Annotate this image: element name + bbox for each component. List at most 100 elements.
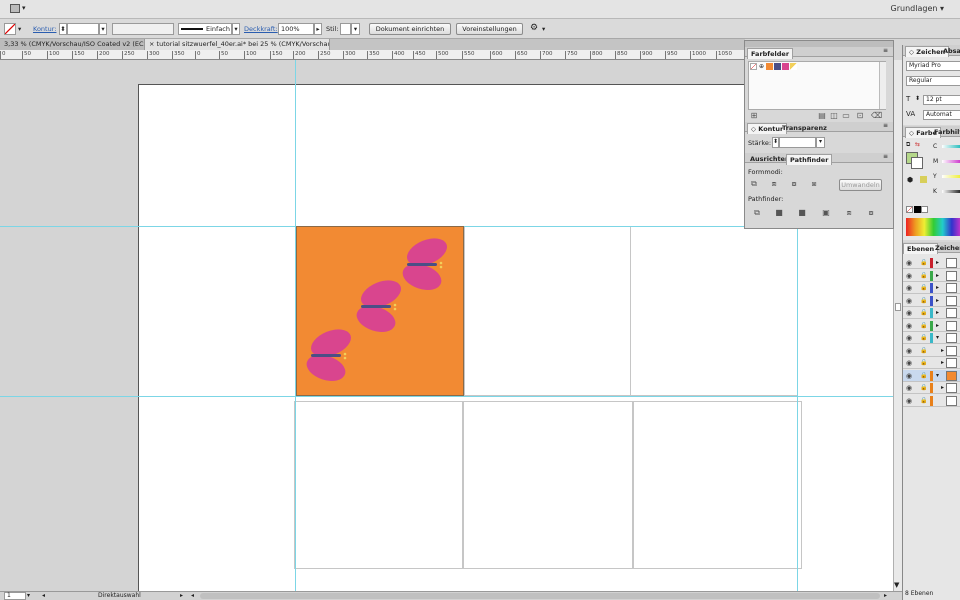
layer-row[interactable]: ◉ 🔒 ▸ xyxy=(903,307,960,319)
layer-row[interactable]: ◉ 🔒 ▸ xyxy=(903,257,960,269)
fill-swatch[interactable] xyxy=(4,23,16,35)
stroke-weight-spinner[interactable]: ⬍ xyxy=(59,23,67,35)
expand-layer-icon[interactable]: ▸ xyxy=(936,259,939,266)
expand-layer-icon[interactable]: ▸ xyxy=(936,272,939,279)
expand-layer-icon[interactable]: ▾ xyxy=(936,334,939,341)
cell-top-middle[interactable] xyxy=(464,226,631,396)
lock-icon[interactable]: 🔒 xyxy=(920,334,927,341)
horizontal-scroll-left[interactable]: ◂ xyxy=(191,592,194,599)
new-swatch-icon[interactable]: ⊡ xyxy=(855,111,865,120)
lock-icon[interactable]: 🔒 xyxy=(920,397,927,404)
vertical-scrollbar[interactable]: ▼ xyxy=(893,60,902,591)
graphic-style-swatch[interactable] xyxy=(340,23,351,35)
merge-icon[interactable]: ■ xyxy=(797,208,807,217)
visibility-eye-icon[interactable]: ◉ xyxy=(906,272,912,280)
lock-icon[interactable]: 🔒 xyxy=(920,359,927,366)
layer-row[interactable]: ◉ 🔒 ▸ xyxy=(903,295,960,307)
artboard-number-field[interactable]: 1 xyxy=(4,592,26,600)
font-size-field[interactable]: 12 pt xyxy=(923,95,960,105)
tab-absatz[interactable]: Absatz xyxy=(940,46,960,56)
horizontal-scrollbar[interactable] xyxy=(200,593,880,599)
tab-document-2[interactable]: × tutorial sitzwuerfel_40er.ai* bei 25 %… xyxy=(145,39,330,50)
kontur-label[interactable]: Kontur: xyxy=(33,25,56,33)
arrange-documents-icon[interactable]: ⚙ xyxy=(530,23,538,33)
trim-icon[interactable]: ■ xyxy=(774,208,784,217)
lock-icon[interactable]: 🔒 xyxy=(920,384,927,391)
swatch-pink[interactable] xyxy=(782,63,789,70)
none-color-swatch[interactable] xyxy=(906,206,913,213)
crop-icon[interactable]: ▣ xyxy=(821,208,831,217)
lock-icon[interactable]: 🔒 xyxy=(920,372,927,379)
minus-front-icon[interactable]: ⧈ xyxy=(769,179,779,188)
tab-close-icon[interactable]: × xyxy=(149,40,154,48)
butterfly-group[interactable] xyxy=(297,227,463,395)
swatch-blue[interactable] xyxy=(774,63,781,70)
layer-row[interactable]: ◉ 🔒 ▸ xyxy=(903,345,960,357)
status-menu-arrow[interactable]: ▸ xyxy=(180,592,183,599)
workspace-switcher-arrow[interactable]: ▾ xyxy=(22,4,26,12)
exclude-icon[interactable]: ⧆ xyxy=(809,179,819,188)
expand-layer-icon[interactable]: ▸ xyxy=(941,384,944,391)
yellow-slider[interactable] xyxy=(942,175,960,178)
layer-row[interactable]: ◉ 🔒 xyxy=(903,395,960,407)
opacity-dropdown[interactable]: ▸ xyxy=(314,23,322,35)
artboard-nav-dropdown[interactable]: ▾ xyxy=(27,592,30,599)
expand-layer-icon[interactable]: ▾ xyxy=(936,372,939,379)
layer-list[interactable]: ◉ 🔒 ▸ ◉ 🔒 ▸ ◉ 🔒 ▸ ◉ 🔒 ▸ ◉ 🔒 ▸ ◉ 🔒 ▸ ◉ 🔒 ▾ ◉ 🔒 ▸ ◉ 🔒 ▸ ◉ 🔒 ▾ ◉ 🔒 ▸ ◉ 🔒 xyxy=(903,257,960,587)
visibility-eye-icon[interactable]: ◉ xyxy=(906,359,912,367)
tab-farbhilfe[interactable]: Farbhilfe xyxy=(931,127,960,137)
tab-transparenz[interactable]: Transparenz xyxy=(779,123,830,133)
opacity-field[interactable]: 100% xyxy=(278,23,314,35)
black-slider[interactable] xyxy=(942,190,960,193)
visibility-eye-icon[interactable]: ◉ xyxy=(906,334,912,342)
panel-menu-icon[interactable]: ≡ xyxy=(883,122,888,129)
lock-icon[interactable]: 🔒 xyxy=(920,272,927,279)
stroke-color-box[interactable] xyxy=(911,157,923,169)
layer-row[interactable]: ◉ 🔒 ▸ xyxy=(903,270,960,282)
panel-menu-icon[interactable]: ≡ xyxy=(883,47,888,54)
graphic-style-dropdown[interactable]: ▾ xyxy=(351,23,360,35)
staerke-field[interactable] xyxy=(779,137,816,148)
panel-menu-icon[interactable]: ≡ xyxy=(883,153,888,160)
out-of-gamut-icon[interactable]: ⬢ xyxy=(907,176,913,184)
lock-icon[interactable]: 🔒 xyxy=(920,259,927,266)
expand-layer-icon[interactable]: ▸ xyxy=(941,359,944,366)
workspace-switcher-icon[interactable] xyxy=(10,4,20,13)
divide-icon[interactable]: ⧉ xyxy=(752,208,762,217)
artboard-prev-icon[interactable]: ◂ xyxy=(42,592,45,599)
layer-row[interactable]: ◉ 🔒 ▸ xyxy=(903,282,960,294)
expand-layer-icon[interactable]: ▸ xyxy=(936,284,939,291)
stroke-weight-field[interactable] xyxy=(67,23,99,35)
visibility-eye-icon[interactable]: ◉ xyxy=(906,384,912,392)
black-swatch[interactable] xyxy=(914,206,921,213)
lock-icon[interactable]: 🔒 xyxy=(920,322,927,329)
gamut-color-swatch[interactable] xyxy=(920,176,927,183)
white-swatch[interactable] xyxy=(921,206,928,213)
visibility-eye-icon[interactable]: ◉ xyxy=(906,347,912,355)
expand-layer-icon[interactable]: ▸ xyxy=(936,309,939,316)
lock-icon[interactable]: 🔒 xyxy=(920,309,927,316)
stroke-weight-dropdown[interactable]: ▾ xyxy=(99,23,107,35)
layer-row[interactable]: ◉ 🔒 ▸ xyxy=(903,320,960,332)
horizontal-scroll-right[interactable]: ▸ xyxy=(884,592,887,599)
visibility-eye-icon[interactable]: ◉ xyxy=(906,322,912,330)
layer-row[interactable]: ◉ 🔒 ▸ xyxy=(903,382,960,394)
color-spectrum[interactable] xyxy=(906,218,960,236)
visibility-eye-icon[interactable]: ◉ xyxy=(906,372,912,380)
fill-dropdown-arrow[interactable]: ▾ xyxy=(18,25,21,33)
swatch-none[interactable] xyxy=(750,63,757,70)
minus-back-icon[interactable]: ⧇ xyxy=(866,208,876,217)
leading-field[interactable]: Automat xyxy=(923,110,960,120)
cyan-slider[interactable] xyxy=(942,145,960,148)
swatch-options-icon[interactable]: ◫ xyxy=(829,111,839,120)
swatch-library-icon[interactable]: ⊞ xyxy=(749,111,759,120)
tab-document-1[interactable]: 3,33 % (CMYK/Vorschau/ISO Coated v2 (ECI… xyxy=(0,39,145,50)
font-style-field[interactable]: Regular xyxy=(906,76,960,86)
swatch-list[interactable]: ⊕ xyxy=(748,61,886,110)
orange-square-artwork[interactable] xyxy=(296,226,464,396)
visibility-eye-icon[interactable]: ◉ xyxy=(906,397,912,405)
swatch-registration[interactable]: ⊕ xyxy=(758,63,765,70)
dokument-einrichten-button[interactable]: Dokument einrichten xyxy=(369,23,451,35)
voreinstellungen-button[interactable]: Voreinstellungen xyxy=(456,23,523,35)
stroke-style-dropdown[interactable]: ▾ xyxy=(232,23,240,35)
